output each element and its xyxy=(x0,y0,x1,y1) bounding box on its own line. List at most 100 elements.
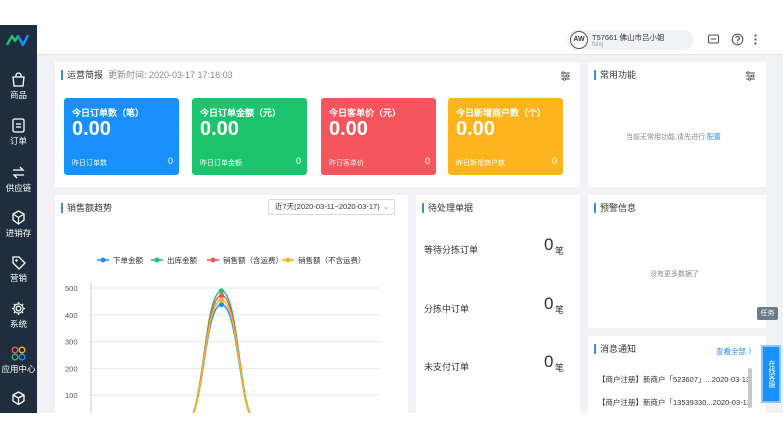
data-point[interactable] xyxy=(218,288,225,294)
gear-icon xyxy=(12,302,25,315)
data-point[interactable] xyxy=(218,302,225,308)
sales-trend-chart: 下单金额 出库金额 销售额（含运费） 销售额（不含运费） 500 400 300 200 100 xyxy=(65,255,380,413)
online-service-button[interactable]: 在线客服 xyxy=(761,345,781,403)
messages-card: 消息通知 查看全部 〉 【商户注册】新商户「523607」...2020-03-… xyxy=(588,336,766,413)
pending-unit: 笔 xyxy=(555,305,565,315)
legend-marker xyxy=(154,257,160,263)
legend-marker xyxy=(285,257,291,263)
y-tick-label: 400 xyxy=(65,311,78,320)
y-tick-label: 100 xyxy=(65,391,78,400)
data-point[interactable] xyxy=(218,297,225,303)
sidebar-item-inventory[interactable]: 进销存 xyxy=(0,209,37,249)
common-functions-title: 常用功能 xyxy=(594,70,636,80)
overview-title: 运营简报 更新时间: 2020-03-17 17:16:03 xyxy=(61,70,233,80)
sidebar-item-label: 供应链 xyxy=(5,183,32,193)
brand-logo-icon[interactable] xyxy=(6,33,30,47)
stat-yesterday-value: 0 xyxy=(424,156,430,166)
stat-yesterday-label: 昨日订单金额 xyxy=(200,160,242,167)
sidebar-item-goods[interactable]: 商品 xyxy=(0,71,37,111)
stat-card[interactable]: 今日新增商户数（个） 0.00 昨日新增商户数 0 xyxy=(448,98,563,175)
config-link[interactable]: 配置 xyxy=(707,134,721,141)
sidebar-item-label: 商品 xyxy=(9,90,27,100)
sidebar-item-label: 应用中心 xyxy=(1,364,36,374)
pending-value: 0 xyxy=(544,294,554,313)
sidebar-item-label: 系统 xyxy=(9,319,27,329)
pending-unit: 笔 xyxy=(555,246,565,256)
y-tick-label: 300 xyxy=(65,338,78,347)
stat-yesterday-value: 0 xyxy=(551,156,557,166)
legend-entry[interactable]: 下单金额 xyxy=(113,255,143,265)
common-functions-settings-icon[interactable] xyxy=(745,71,756,81)
tag-icon xyxy=(12,256,26,270)
avatar: AW xyxy=(570,31,588,49)
stat-value: 0.00 xyxy=(456,118,495,140)
pending-row-unpaid[interactable]: 未支付订单 0 笔 xyxy=(424,352,574,376)
pending-row-sorting[interactable]: 分拣中订单 0 笔 xyxy=(424,294,574,318)
order-icon xyxy=(12,118,25,133)
messages-title: 消息通知 xyxy=(594,344,636,354)
top-bar: AW T57661 佛山市吕小姐 fslxj xyxy=(37,25,783,55)
message-icon[interactable] xyxy=(707,33,720,46)
task-tab[interactable]: 任务 xyxy=(757,307,778,320)
sidebar-item-label: 进销存 xyxy=(5,228,32,238)
sidebar-item-more[interactable] xyxy=(0,390,37,413)
box-icon xyxy=(12,391,25,406)
app-center-icon xyxy=(11,346,26,361)
stat-value: 0.00 xyxy=(200,118,239,140)
overview-settings-icon[interactable] xyxy=(560,71,571,81)
sidebar-item-supply-chain[interactable]: 供应链 xyxy=(0,164,37,204)
series-line xyxy=(192,290,251,413)
legend-entry[interactable]: 销售额（不含运费） xyxy=(298,255,366,265)
legend-marker xyxy=(210,257,216,263)
scrollbar-thumb[interactable] xyxy=(748,368,752,408)
sidebar-item-label: 营销 xyxy=(9,273,27,283)
sidebar: 商品 订单 供应链 进销存 营销 系统 应用中心 xyxy=(0,25,37,413)
sidebar-item-app-center[interactable]: 应用中心 xyxy=(0,345,37,385)
bag-icon xyxy=(12,72,25,87)
alerts-empty: 没有更多数据了 xyxy=(650,271,699,278)
help-icon[interactable] xyxy=(731,33,744,46)
stat-yesterday-value: 0 xyxy=(167,156,173,166)
alerts-title: 预警信息 xyxy=(594,203,636,213)
pending-label: 未支付订单 xyxy=(424,362,470,372)
stat-yesterday-label: 昨日客单价 xyxy=(329,160,364,167)
sales-trend-card: 销售额趋势 近7天(2020-03-11~2020-03-17) ⌄ 下单金额 出库… xyxy=(55,195,408,413)
user-menu[interactable]: AW T57661 佛山市吕小姐 fslxj xyxy=(567,30,693,50)
common-functions-empty: 当前无常用功能,请先进行 配置 xyxy=(626,134,721,141)
y-tick-label: 200 xyxy=(65,364,78,373)
more-vertical-icon[interactable] xyxy=(749,33,762,46)
list-item[interactable]: 【商户注册】新商户「523607」...2020-03-13 xyxy=(598,374,750,385)
stat-card[interactable]: 今日订单数（笔） 0.00 昨日订单数 0 xyxy=(64,98,179,175)
common-functions-card: 常用功能 当前无常用功能,请先进行 配置 xyxy=(588,62,766,187)
stat-value: 0.00 xyxy=(72,118,111,140)
sidebar-item-orders[interactable]: 订单 xyxy=(0,117,37,157)
pending-title: 待处理单据 xyxy=(422,203,473,213)
pending-row-waiting-sort[interactable]: 等待分拣订单 0 笔 xyxy=(424,235,574,259)
supply-chain-icon xyxy=(12,166,25,179)
list-item[interactable]: 【商户注册】新商户「13539330...2020-03-13 xyxy=(598,397,751,408)
legend-entry[interactable]: 销售额（含运费） xyxy=(223,255,283,265)
stat-card[interactable]: 今日订单金额（元） 0.00 昨日订单金额 0 xyxy=(192,98,307,175)
stat-card[interactable]: 今日客单价（元） 0.00 昨日客单价 0 xyxy=(321,98,436,175)
pending-value: 0 xyxy=(544,352,554,371)
series-line xyxy=(192,299,251,413)
sidebar-item-marketing[interactable]: 营销 xyxy=(0,254,37,294)
alerts-card: 预警信息 没有更多数据了 xyxy=(588,195,766,328)
pending-unit: 笔 xyxy=(555,363,565,373)
legend-entry[interactable]: 出库金额 xyxy=(167,255,197,265)
pending-label: 等待分拣订单 xyxy=(424,245,479,255)
view-all-link[interactable]: 查看全部 〉 xyxy=(716,346,756,357)
user-account: fslxj xyxy=(592,41,604,48)
stat-value: 0.00 xyxy=(329,118,368,140)
legend-marker xyxy=(100,257,106,263)
sidebar-item-system[interactable]: 系统 xyxy=(0,300,37,340)
stat-yesterday-label: 昨日新增商户数 xyxy=(456,160,505,167)
data-point[interactable] xyxy=(218,292,225,299)
sidebar-item-label: 订单 xyxy=(9,136,27,146)
stat-yesterday-value: 0 xyxy=(295,156,301,166)
app-frame: 商品 订单 供应链 进销存 营销 系统 应用中心 AW T57661 佛山市吕小… xyxy=(0,25,783,413)
series-line xyxy=(192,303,251,413)
y-tick-label: 500 xyxy=(65,284,78,293)
stat-yesterday-label: 昨日订单数 xyxy=(72,160,107,167)
update-time: 更新时间: 2020-03-17 17:16:03 xyxy=(108,70,233,80)
